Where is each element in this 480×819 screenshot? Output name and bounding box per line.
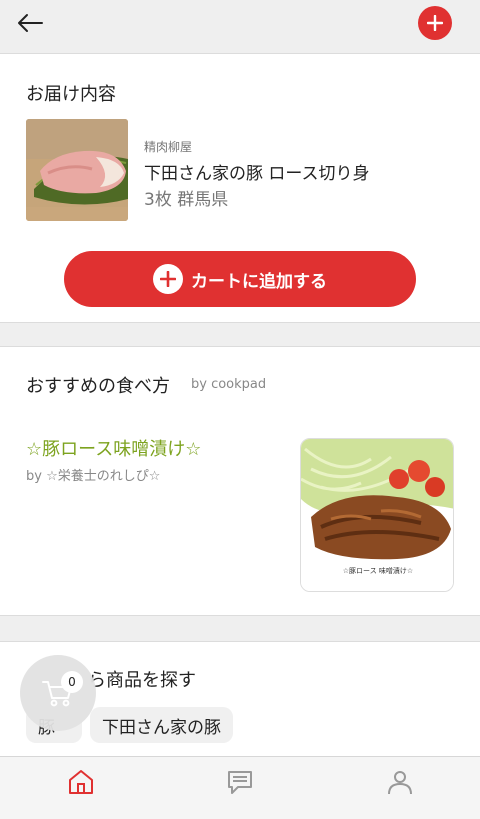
plus-circle-icon bbox=[153, 264, 183, 294]
home-icon bbox=[69, 770, 93, 794]
source-label: by cookpad bbox=[191, 377, 267, 392]
section-title: おすすめの食べ方 bbox=[26, 376, 170, 397]
bottom-nav bbox=[0, 756, 480, 819]
recipe-author: by ☆栄養士のれしぴ☆ bbox=[26, 469, 161, 484]
section-title: ら商品を探す bbox=[88, 670, 196, 691]
product-name: 下田さん家の豚 ロース切り身 bbox=[144, 164, 370, 184]
top-bar bbox=[0, 0, 480, 44]
plus-icon bbox=[427, 15, 443, 31]
add-to-cart-button[interactable]: カートに追加する bbox=[64, 251, 416, 307]
floating-cart-button[interactable] bbox=[20, 655, 96, 731]
recipe-title[interactable]: ☆豚ロース味噌漬け☆ bbox=[26, 435, 201, 461]
nav-home[interactable] bbox=[66, 767, 96, 797]
recipe-image[interactable]: ☆豚ロース 味噌漬け☆ bbox=[300, 438, 454, 592]
arrow-left-icon bbox=[18, 14, 43, 32]
add-to-cart-label: カートに追加する bbox=[191, 271, 327, 292]
recipe-image-caption: ☆豚ロース 味噌漬け☆ bbox=[343, 566, 413, 575]
product-image[interactable] bbox=[26, 119, 128, 221]
shop-name: 精肉柳屋 bbox=[144, 140, 193, 154]
user-icon bbox=[388, 771, 412, 795]
add-button[interactable] bbox=[418, 6, 452, 40]
back-button[interactable] bbox=[16, 10, 48, 36]
cart-count-badge: 0 bbox=[61, 671, 83, 693]
nav-chat[interactable] bbox=[225, 767, 255, 797]
product-detail: 3枚 群馬県 bbox=[144, 190, 229, 210]
section-title: お届け内容 bbox=[26, 84, 116, 105]
chat-icon bbox=[228, 771, 252, 794]
nav-account[interactable] bbox=[385, 767, 415, 797]
recommend-section: おすすめの食べ方 by cookpad ☆豚ロース味噌漬け☆ by ☆栄養士のれ… bbox=[0, 346, 480, 616]
search-chip[interactable]: 下田さん家の豚 bbox=[90, 707, 233, 743]
delivery-section: お届け内容 精肉柳屋 下田さん家の豚 ロース切り身 3枚 群馬県 カートに追加す… bbox=[0, 53, 480, 323]
